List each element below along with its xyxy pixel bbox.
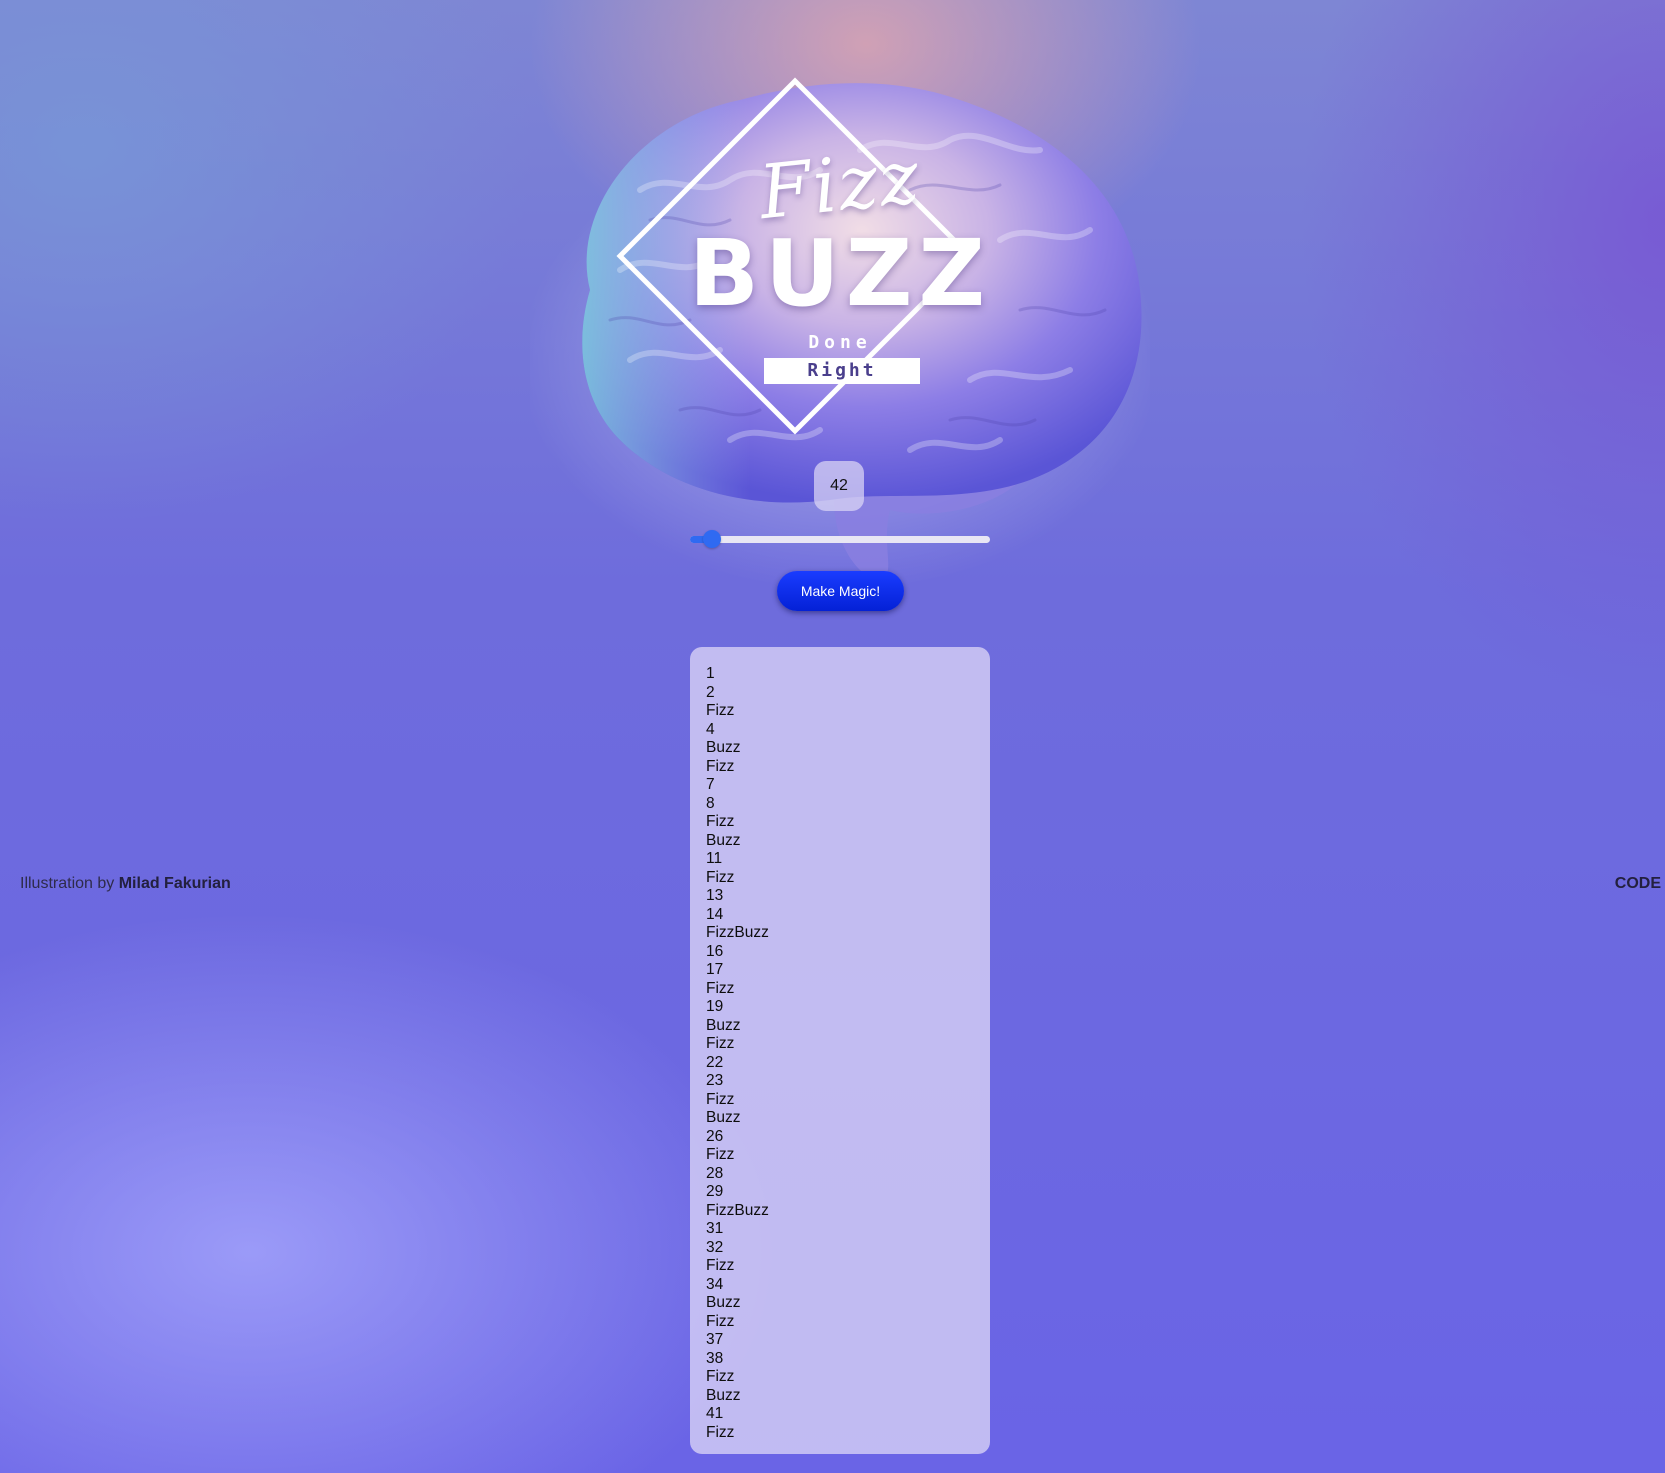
output-item: 14 [706,905,724,923]
credit-author-link[interactable]: Milad Fakurian [119,875,231,892]
output-item: 4 [706,720,715,738]
output-item: Fizz [706,813,735,830]
hero-illustration: Fizz BUZZ Done Right [530,60,1150,600]
count-slider[interactable] [690,530,990,548]
output-item: Fizz [706,1368,735,1385]
output-item: 28 [706,1164,724,1182]
logo-done-text: Done [808,332,872,353]
output-item: Fizz [706,868,735,886]
output-item: Fizz [706,757,735,775]
output-item: 19 [706,998,724,1015]
output-item: 26 [706,1127,724,1145]
output-item: Fizz [706,1423,735,1441]
logo-buzz-text: BUZZ [688,220,992,327]
output-item: 2 [706,683,715,701]
output-item: Fizz [706,1146,735,1163]
credit-prefix: Illustration by [20,875,115,892]
output-item: Buzz [706,1386,741,1404]
logo: Fizz BUZZ Done Right [660,80,1020,460]
output-item: Fizz [706,1035,735,1052]
output-item: 17 [706,961,724,978]
output-item: Fizz [706,702,735,719]
output-item: Buzz [706,1294,741,1311]
output-item: Buzz [706,831,741,849]
output-item: 8 [706,794,715,812]
output-item: FizzBuzz [706,1201,769,1219]
illustration-credit: Illustration by Milad Fakurian [20,875,231,893]
output-list: 1 2 Fizz 4 Buzz Fizz 7 8 Fizz Buzz 11 Fizz 13 14 FizzB… [706,665,974,1442]
output-item: 11 [706,850,723,867]
output-item: 16 [706,942,724,960]
output-item: FizzBuzz [706,924,769,941]
output-item: 1 [706,665,715,682]
count-display: 42 [814,461,864,511]
output-item: 32 [706,1238,724,1256]
make-magic-button[interactable]: Make Magic! [777,571,904,611]
output-item: 41 [706,1405,724,1422]
output-item: Fizz [706,1257,735,1274]
output-item: 34 [706,1275,724,1293]
logo-right-text: Right [764,358,920,384]
output-item: Fizz [706,1312,735,1330]
output-item: Buzz [706,1016,741,1034]
output-item: 22 [706,1053,724,1071]
output-item: 13 [706,887,724,904]
output-item: Fizz [706,1090,735,1108]
output-panel: 1 2 Fizz 4 Buzz Fizz 7 8 Fizz Buzz 11 Fizz 13 14 FizzB… [690,647,990,1454]
output-item: 29 [706,1183,724,1200]
output-item: 23 [706,1072,724,1089]
output-item: 7 [706,776,715,793]
output-item: Buzz [706,739,741,756]
output-item: Buzz [706,1109,741,1126]
slider-track[interactable] [690,536,990,543]
output-item: 38 [706,1349,724,1367]
code-link[interactable]: CODE [1615,875,1661,893]
slider-thumb[interactable] [703,530,721,548]
output-item: 37 [706,1331,724,1348]
output-item: Fizz [706,979,735,997]
output-item: 31 [706,1220,724,1237]
